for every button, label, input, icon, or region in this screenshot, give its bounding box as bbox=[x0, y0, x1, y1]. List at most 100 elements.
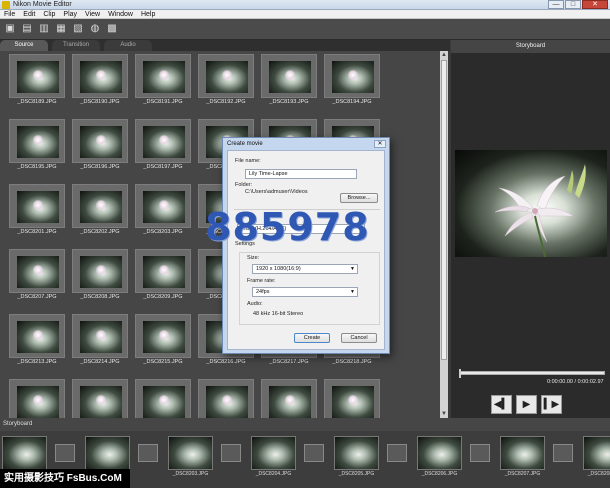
thumbnail-label: _DSC8194.JPG bbox=[332, 99, 372, 105]
transition-slot[interactable] bbox=[55, 444, 75, 462]
next-frame-button[interactable]: ▍▶ bbox=[541, 395, 562, 414]
thumbnail-frame bbox=[72, 184, 128, 228]
thumbnail-image bbox=[80, 126, 122, 158]
source-thumbnail[interactable]: _DSC8213.JPG bbox=[7, 314, 70, 379]
thumbnail-image bbox=[143, 321, 185, 353]
thumbnail-frame bbox=[135, 379, 191, 418]
tab-source[interactable]: Source bbox=[0, 40, 48, 51]
source-thumbnail bbox=[7, 379, 70, 418]
window-title: Nikon Movie Editor bbox=[13, 1, 72, 8]
thumbnail-image bbox=[17, 191, 59, 223]
thumbnail-image bbox=[80, 321, 122, 353]
source-thumbnail[interactable]: _DSC8202.JPG bbox=[70, 184, 133, 249]
source-thumbnail[interactable]: _DSC8194.JPG bbox=[322, 54, 385, 119]
thumbnail-frame bbox=[135, 184, 191, 228]
browse-button[interactable]: Browse... bbox=[340, 193, 378, 203]
menu-clip[interactable]: Clip bbox=[43, 10, 55, 18]
source-thumbnail[interactable]: _DSC8195.JPG bbox=[7, 119, 70, 184]
menu-view[interactable]: View bbox=[85, 10, 100, 18]
source-thumbnail[interactable]: _DSC8209.JPG bbox=[133, 249, 196, 314]
film-strip-icon[interactable]: ▥ bbox=[37, 22, 51, 36]
tab-transition[interactable]: Transition bbox=[52, 40, 100, 51]
thumbnail-label: _DSC8213.JPG bbox=[17, 359, 57, 365]
source-thumbnail[interactable]: _DSC8215.JPG bbox=[133, 314, 196, 379]
file-name-input[interactable]: Lily Time-Lapse bbox=[245, 169, 357, 179]
transition-slot[interactable] bbox=[553, 444, 573, 462]
toolbar: ▣ ▤ ▥ ▦ ▧ ◍ ▩ bbox=[0, 19, 610, 40]
save-icon[interactable]: ▤ bbox=[20, 22, 34, 36]
source-thumbnail[interactable]: _DSC8192.JPG bbox=[196, 54, 259, 119]
transition-slot[interactable] bbox=[470, 444, 490, 462]
menu-edit[interactable]: Edit bbox=[23, 10, 35, 18]
storyboard-clip[interactable]: _DSC8206.JPG bbox=[417, 434, 462, 481]
transition-slot[interactable] bbox=[138, 444, 158, 462]
thumbnail-image bbox=[80, 386, 122, 418]
source-thumbnail[interactable]: _DSC8207.JPG bbox=[7, 249, 70, 314]
transition-slot[interactable] bbox=[221, 444, 241, 462]
thumbnail-image bbox=[206, 61, 248, 93]
thumbnail-frame bbox=[72, 249, 128, 293]
source-thumbnail[interactable]: _DSC8196.JPG bbox=[70, 119, 133, 184]
storyboard-clip[interactable]: _DSC8204.JPG bbox=[251, 434, 296, 481]
thumbnail-frame bbox=[324, 54, 380, 98]
source-thumbnail[interactable]: _DSC8208.JPG bbox=[70, 249, 133, 314]
source-thumbnail[interactable]: _DSC8214.JPG bbox=[70, 314, 133, 379]
cancel-button[interactable]: Cancel bbox=[341, 333, 377, 343]
minimize-button[interactable]: — bbox=[548, 0, 564, 9]
storyboard-clip[interactable]: _DSC8205.JPG bbox=[334, 434, 379, 481]
film-remove-icon[interactable]: ▧ bbox=[71, 22, 85, 36]
source-thumbnail[interactable]: _DSC8203.JPG bbox=[133, 184, 196, 249]
thumbnail-frame bbox=[198, 54, 254, 98]
menu-file[interactable]: File bbox=[4, 10, 15, 18]
dialog-close-icon[interactable]: ✕ bbox=[374, 140, 386, 148]
source-thumbnail[interactable]: _DSC8189.JPG bbox=[7, 54, 70, 119]
thumbnail-label: _DSC8214.JPG bbox=[80, 359, 120, 365]
dialog-body: File name: Lily Time-Lapse Folder: C:\Us… bbox=[227, 150, 385, 350]
timeline-handle[interactable] bbox=[459, 369, 461, 378]
watermark: 实用摄影技巧 FsBus.CoM bbox=[0, 469, 130, 488]
source-thumbnail[interactable]: _DSC8191.JPG bbox=[133, 54, 196, 119]
open-folder-icon[interactable]: ▣ bbox=[3, 22, 17, 36]
source-scrollbar[interactable]: ▲ ▼ bbox=[440, 51, 448, 418]
thumbnail-frame bbox=[135, 119, 191, 163]
thumbnail-label: _DSC8209.JPG bbox=[143, 294, 183, 300]
maximize-button[interactable]: □ bbox=[565, 0, 581, 9]
scroll-down-icon[interactable]: ▼ bbox=[440, 410, 448, 418]
file-name-label: File name: bbox=[235, 158, 261, 164]
timeline-slider[interactable] bbox=[459, 369, 605, 378]
scroll-up-icon[interactable]: ▲ bbox=[440, 51, 448, 59]
storyboard-image bbox=[500, 436, 545, 470]
thumbnail-label: _DSC8189.JPG bbox=[17, 99, 57, 105]
storyboard-clip[interactable]: _DSC8208.JPG bbox=[583, 434, 610, 481]
thumbnail-frame bbox=[9, 379, 65, 418]
menu-play[interactable]: Play bbox=[63, 10, 77, 18]
play-button[interactable]: ▶ bbox=[516, 395, 537, 414]
transition-slot[interactable] bbox=[304, 444, 324, 462]
source-thumbnail[interactable]: _DSC8201.JPG bbox=[7, 184, 70, 249]
transition-slot[interactable] bbox=[387, 444, 407, 462]
storyboard-image bbox=[583, 436, 610, 470]
source-thumbnail[interactable]: _DSC8193.JPG bbox=[259, 54, 322, 119]
thumbnail-image bbox=[206, 386, 248, 418]
frame-rate-select[interactable]: 24fps ▼ bbox=[252, 287, 358, 297]
close-button[interactable]: ✕ bbox=[582, 0, 608, 9]
menu-window[interactable]: Window bbox=[108, 10, 133, 18]
size-select[interactable]: 1920 x 1080(16:9) ▼ bbox=[252, 264, 358, 274]
scroll-thumb[interactable] bbox=[441, 60, 447, 360]
export-movie-icon[interactable]: ▩ bbox=[105, 22, 119, 36]
create-button[interactable]: Create bbox=[294, 333, 330, 343]
menu-help[interactable]: Help bbox=[141, 10, 155, 18]
source-thumbnail[interactable]: _DSC8190.JPG bbox=[70, 54, 133, 119]
storyboard-clip[interactable]: _DSC8203.JPG bbox=[168, 434, 213, 481]
film-add-icon[interactable]: ▦ bbox=[54, 22, 68, 36]
thumbnail-image bbox=[80, 61, 122, 93]
storyboard-header: Storyboard bbox=[0, 418, 610, 431]
thumbnail-image bbox=[143, 386, 185, 418]
source-thumbnail[interactable]: _DSC8197.JPG bbox=[133, 119, 196, 184]
storyboard-label: _DSC8207.JPG bbox=[504, 471, 541, 477]
globe-icon[interactable]: ◍ bbox=[88, 22, 102, 36]
tab-audio[interactable]: Audio bbox=[104, 40, 152, 51]
source-thumbnail bbox=[385, 379, 440, 418]
storyboard-clip[interactable]: _DSC8207.JPG bbox=[500, 434, 545, 481]
previous-frame-button[interactable]: ◀▍ bbox=[491, 395, 512, 414]
